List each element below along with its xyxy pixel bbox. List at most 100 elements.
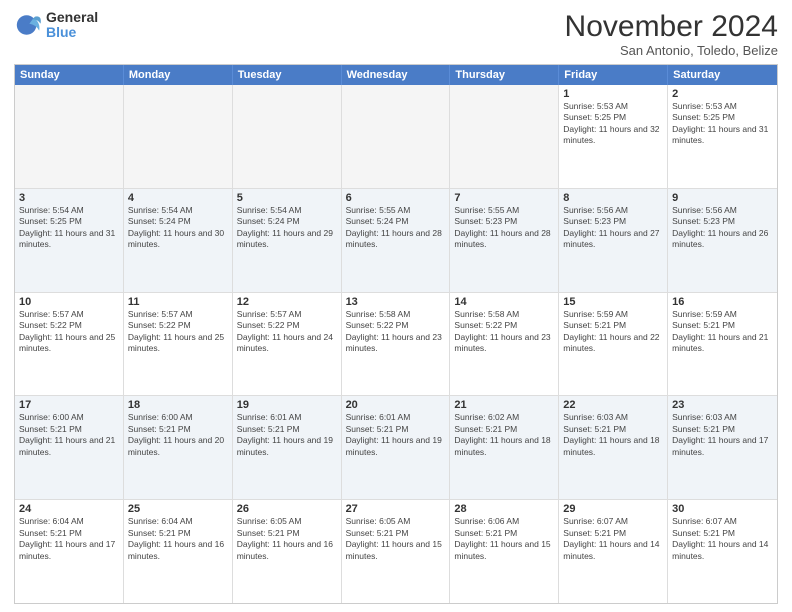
empty-cell <box>342 85 451 188</box>
day-cell-21: 21Sunrise: 6:02 AMSunset: 5:21 PMDayligh… <box>450 396 559 499</box>
day-info: Sunrise: 6:01 AMSunset: 5:21 PMDaylight:… <box>346 412 446 458</box>
day-info: Sunrise: 5:54 AMSunset: 5:24 PMDaylight:… <box>128 205 228 251</box>
day-info: Sunrise: 5:54 AMSunset: 5:25 PMDaylight:… <box>19 205 119 251</box>
calendar-location: San Antonio, Toledo, Belize <box>565 43 778 58</box>
day-info: Sunrise: 5:53 AMSunset: 5:25 PMDaylight:… <box>672 101 773 147</box>
header-day-thursday: Thursday <box>450 65 559 85</box>
day-cell-19: 19Sunrise: 6:01 AMSunset: 5:21 PMDayligh… <box>233 396 342 499</box>
day-info: Sunrise: 6:03 AMSunset: 5:21 PMDaylight:… <box>563 412 663 458</box>
calendar-title: November 2024 <box>565 10 778 43</box>
day-cell-17: 17Sunrise: 6:00 AMSunset: 5:21 PMDayligh… <box>15 396 124 499</box>
day-info: Sunrise: 5:57 AMSunset: 5:22 PMDaylight:… <box>128 309 228 355</box>
day-info: Sunrise: 5:59 AMSunset: 5:21 PMDaylight:… <box>672 309 773 355</box>
week-row-5: 24Sunrise: 6:04 AMSunset: 5:21 PMDayligh… <box>15 500 777 603</box>
day-number: 1 <box>563 88 663 100</box>
day-info: Sunrise: 6:01 AMSunset: 5:21 PMDaylight:… <box>237 412 337 458</box>
day-number: 19 <box>237 399 337 411</box>
day-cell-6: 6Sunrise: 5:55 AMSunset: 5:24 PMDaylight… <box>342 189 451 292</box>
day-info: Sunrise: 5:56 AMSunset: 5:23 PMDaylight:… <box>672 205 773 251</box>
day-number: 21 <box>454 399 554 411</box>
day-info: Sunrise: 6:00 AMSunset: 5:21 PMDaylight:… <box>128 412 228 458</box>
day-number: 2 <box>672 88 773 100</box>
day-info: Sunrise: 5:53 AMSunset: 5:25 PMDaylight:… <box>563 101 663 147</box>
day-info: Sunrise: 6:00 AMSunset: 5:21 PMDaylight:… <box>19 412 119 458</box>
day-number: 23 <box>672 399 773 411</box>
day-number: 24 <box>19 503 119 515</box>
logo-icon <box>14 11 42 39</box>
day-info: Sunrise: 6:02 AMSunset: 5:21 PMDaylight:… <box>454 412 554 458</box>
empty-cell <box>450 85 559 188</box>
title-block: November 2024 San Antonio, Toledo, Beliz… <box>565 10 778 58</box>
day-cell-16: 16Sunrise: 5:59 AMSunset: 5:21 PMDayligh… <box>668 293 777 396</box>
day-info: Sunrise: 6:03 AMSunset: 5:21 PMDaylight:… <box>672 412 773 458</box>
header-day-tuesday: Tuesday <box>233 65 342 85</box>
day-cell-23: 23Sunrise: 6:03 AMSunset: 5:21 PMDayligh… <box>668 396 777 499</box>
day-cell-24: 24Sunrise: 6:04 AMSunset: 5:21 PMDayligh… <box>15 500 124 603</box>
day-cell-28: 28Sunrise: 6:06 AMSunset: 5:21 PMDayligh… <box>450 500 559 603</box>
day-cell-27: 27Sunrise: 6:05 AMSunset: 5:21 PMDayligh… <box>342 500 451 603</box>
day-number: 30 <box>672 503 773 515</box>
week-row-4: 17Sunrise: 6:00 AMSunset: 5:21 PMDayligh… <box>15 396 777 500</box>
day-cell-20: 20Sunrise: 6:01 AMSunset: 5:21 PMDayligh… <box>342 396 451 499</box>
day-cell-8: 8Sunrise: 5:56 AMSunset: 5:23 PMDaylight… <box>559 189 668 292</box>
logo-line1: General <box>46 10 98 25</box>
day-number: 3 <box>19 192 119 204</box>
empty-cell <box>15 85 124 188</box>
day-cell-30: 30Sunrise: 6:07 AMSunset: 5:21 PMDayligh… <box>668 500 777 603</box>
day-info: Sunrise: 5:55 AMSunset: 5:24 PMDaylight:… <box>346 205 446 251</box>
day-info: Sunrise: 6:07 AMSunset: 5:21 PMDaylight:… <box>563 516 663 562</box>
day-number: 11 <box>128 296 228 308</box>
day-number: 26 <box>237 503 337 515</box>
header-day-friday: Friday <box>559 65 668 85</box>
day-cell-26: 26Sunrise: 6:05 AMSunset: 5:21 PMDayligh… <box>233 500 342 603</box>
day-cell-4: 4Sunrise: 5:54 AMSunset: 5:24 PMDaylight… <box>124 189 233 292</box>
day-info: Sunrise: 5:56 AMSunset: 5:23 PMDaylight:… <box>563 205 663 251</box>
day-info: Sunrise: 5:57 AMSunset: 5:22 PMDaylight:… <box>19 309 119 355</box>
day-number: 29 <box>563 503 663 515</box>
header: General Blue November 2024 San Antonio, … <box>14 10 778 58</box>
empty-cell <box>233 85 342 188</box>
day-cell-13: 13Sunrise: 5:58 AMSunset: 5:22 PMDayligh… <box>342 293 451 396</box>
calendar-body: 1Sunrise: 5:53 AMSunset: 5:25 PMDaylight… <box>15 85 777 603</box>
calendar: SundayMondayTuesdayWednesdayThursdayFrid… <box>14 64 778 604</box>
day-info: Sunrise: 6:04 AMSunset: 5:21 PMDaylight:… <box>19 516 119 562</box>
day-number: 18 <box>128 399 228 411</box>
day-info: Sunrise: 5:58 AMSunset: 5:22 PMDaylight:… <box>454 309 554 355</box>
day-number: 25 <box>128 503 228 515</box>
day-info: Sunrise: 6:07 AMSunset: 5:21 PMDaylight:… <box>672 516 773 562</box>
day-cell-29: 29Sunrise: 6:07 AMSunset: 5:21 PMDayligh… <box>559 500 668 603</box>
day-cell-12: 12Sunrise: 5:57 AMSunset: 5:22 PMDayligh… <box>233 293 342 396</box>
day-info: Sunrise: 5:55 AMSunset: 5:23 PMDaylight:… <box>454 205 554 251</box>
day-number: 15 <box>563 296 663 308</box>
day-number: 6 <box>346 192 446 204</box>
day-cell-3: 3Sunrise: 5:54 AMSunset: 5:25 PMDaylight… <box>15 189 124 292</box>
day-info: Sunrise: 6:05 AMSunset: 5:21 PMDaylight:… <box>346 516 446 562</box>
day-cell-10: 10Sunrise: 5:57 AMSunset: 5:22 PMDayligh… <box>15 293 124 396</box>
day-info: Sunrise: 5:54 AMSunset: 5:24 PMDaylight:… <box>237 205 337 251</box>
day-cell-14: 14Sunrise: 5:58 AMSunset: 5:22 PMDayligh… <box>450 293 559 396</box>
day-info: Sunrise: 6:06 AMSunset: 5:21 PMDaylight:… <box>454 516 554 562</box>
day-cell-25: 25Sunrise: 6:04 AMSunset: 5:21 PMDayligh… <box>124 500 233 603</box>
day-cell-7: 7Sunrise: 5:55 AMSunset: 5:23 PMDaylight… <box>450 189 559 292</box>
day-number: 12 <box>237 296 337 308</box>
day-cell-9: 9Sunrise: 5:56 AMSunset: 5:23 PMDaylight… <box>668 189 777 292</box>
day-number: 7 <box>454 192 554 204</box>
day-number: 28 <box>454 503 554 515</box>
day-info: Sunrise: 6:04 AMSunset: 5:21 PMDaylight:… <box>128 516 228 562</box>
day-info: Sunrise: 5:58 AMSunset: 5:22 PMDaylight:… <box>346 309 446 355</box>
day-number: 8 <box>563 192 663 204</box>
logo-text: General Blue <box>46 10 98 41</box>
week-row-3: 10Sunrise: 5:57 AMSunset: 5:22 PMDayligh… <box>15 293 777 397</box>
week-row-1: 1Sunrise: 5:53 AMSunset: 5:25 PMDaylight… <box>15 85 777 189</box>
empty-cell <box>124 85 233 188</box>
logo: General Blue <box>14 10 98 41</box>
page: General Blue November 2024 San Antonio, … <box>0 0 792 612</box>
header-day-wednesday: Wednesday <box>342 65 451 85</box>
day-cell-5: 5Sunrise: 5:54 AMSunset: 5:24 PMDaylight… <box>233 189 342 292</box>
day-number: 27 <box>346 503 446 515</box>
day-info: Sunrise: 5:59 AMSunset: 5:21 PMDaylight:… <box>563 309 663 355</box>
day-info: Sunrise: 6:05 AMSunset: 5:21 PMDaylight:… <box>237 516 337 562</box>
logo-line2: Blue <box>46 25 98 40</box>
day-number: 16 <box>672 296 773 308</box>
header-day-monday: Monday <box>124 65 233 85</box>
